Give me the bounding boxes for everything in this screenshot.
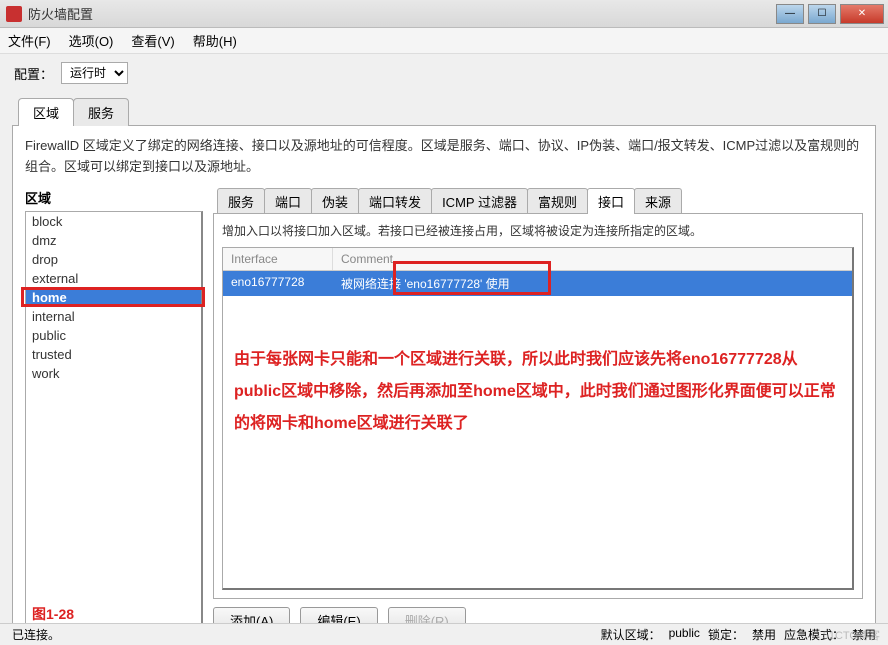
window-title: 防火墙配置	[28, 4, 776, 23]
subtab-sources[interactable]: 来源	[634, 188, 682, 214]
status-lock-value: 禁用	[752, 626, 776, 643]
zone-item-internal[interactable]: internal	[26, 307, 201, 326]
subtab-ports[interactable]: 端口	[264, 188, 312, 214]
menubar: 文件(F) 选项(O) 查看(V) 帮助(H)	[0, 28, 888, 54]
main-tabs: 区域 服务	[18, 98, 888, 126]
zone-item-external[interactable]: external	[26, 269, 201, 288]
subtab-interfaces[interactable]: 接口	[587, 188, 635, 214]
config-select[interactable]: 运行时	[61, 62, 128, 84]
cell-interface: eno16777728	[223, 271, 333, 296]
header-comment: Comment	[333, 248, 852, 270]
cell-comment: 被网络连接 'eno16777728' 使用	[333, 271, 852, 296]
zone-item-home[interactable]: home	[26, 288, 201, 307]
watermark: 51CTO博客	[823, 627, 880, 643]
zone-item-drop[interactable]: drop	[26, 250, 201, 269]
status-lock-label: 锁定：	[708, 626, 744, 643]
zone-item-block[interactable]: block	[26, 212, 201, 231]
menu-options[interactable]: 选项(O)	[69, 31, 114, 50]
subtab-portfwd[interactable]: 端口转发	[358, 188, 432, 214]
interfaces-panel: 增加入口以将接口加入区域。若接口已经被连接占用，区域将被设定为连接所指定的区域。…	[213, 213, 863, 599]
zone-item-public[interactable]: public	[26, 326, 201, 345]
titlebar: 防火墙配置 — ☐ ✕	[0, 0, 888, 28]
figure-label: 图1-28	[32, 604, 74, 624]
subtab-icmp[interactable]: ICMP 过滤器	[431, 188, 528, 214]
status-connected: 已连接。	[12, 626, 601, 643]
subtab-rich[interactable]: 富规则	[527, 188, 588, 214]
status-default-zone-label: 默认区域：	[601, 626, 661, 643]
main-panel: FirewallD 区域定义了绑定的网络连接、接口以及源地址的可信程度。区域是服…	[12, 125, 876, 645]
sub-tabs: 服务 端口 伪装 端口转发 ICMP 过滤器 富规则 接口 来源	[217, 188, 863, 214]
config-row: 配置： 运行时	[0, 54, 888, 92]
minimize-button[interactable]: —	[776, 4, 804, 24]
tab-service[interactable]: 服务	[73, 98, 129, 126]
zone-item-dmz[interactable]: dmz	[26, 231, 201, 250]
zones-column: 区域 block dmz drop external home internal…	[25, 188, 203, 634]
subtab-masq[interactable]: 伪装	[311, 188, 359, 214]
close-button[interactable]: ✕	[840, 4, 884, 24]
table-row[interactable]: eno16777728 被网络连接 'eno16777728' 使用	[223, 271, 852, 296]
interfaces-description: 增加入口以将接口加入区域。若接口已经被连接占用，区域将被设定为连接所指定的区域。	[222, 222, 854, 239]
menu-file[interactable]: 文件(F)	[8, 31, 51, 50]
statusbar: 已连接。 默认区域： public 锁定： 禁用 应急模式： 禁用	[0, 623, 888, 645]
interfaces-table-header: Interface Comment	[223, 248, 852, 271]
menu-view[interactable]: 查看(V)	[131, 31, 174, 50]
interfaces-table: Interface Comment eno16777728 被网络连接 'eno…	[222, 247, 854, 590]
config-label: 配置：	[14, 64, 53, 83]
zone-item-work[interactable]: work	[26, 364, 201, 383]
zone-description: FirewallD 区域定义了绑定的网络连接、接口以及源地址的可信程度。区域是服…	[25, 136, 863, 178]
status-default-zone: public	[669, 626, 700, 643]
right-column: 服务 端口 伪装 端口转发 ICMP 过滤器 富规则 接口 来源 增加入口以将接…	[213, 188, 863, 634]
maximize-button[interactable]: ☐	[808, 4, 836, 24]
subtab-services[interactable]: 服务	[217, 188, 265, 214]
tab-zone[interactable]: 区域	[18, 98, 74, 126]
menu-help[interactable]: 帮助(H)	[193, 31, 237, 50]
zones-label: 区域	[25, 188, 203, 207]
window-controls: — ☐ ✕	[776, 4, 884, 24]
zone-item-trusted[interactable]: trusted	[26, 345, 201, 364]
app-icon	[6, 6, 22, 22]
zone-list[interactable]: block dmz drop external home internal pu…	[25, 211, 203, 634]
header-interface: Interface	[223, 248, 333, 270]
